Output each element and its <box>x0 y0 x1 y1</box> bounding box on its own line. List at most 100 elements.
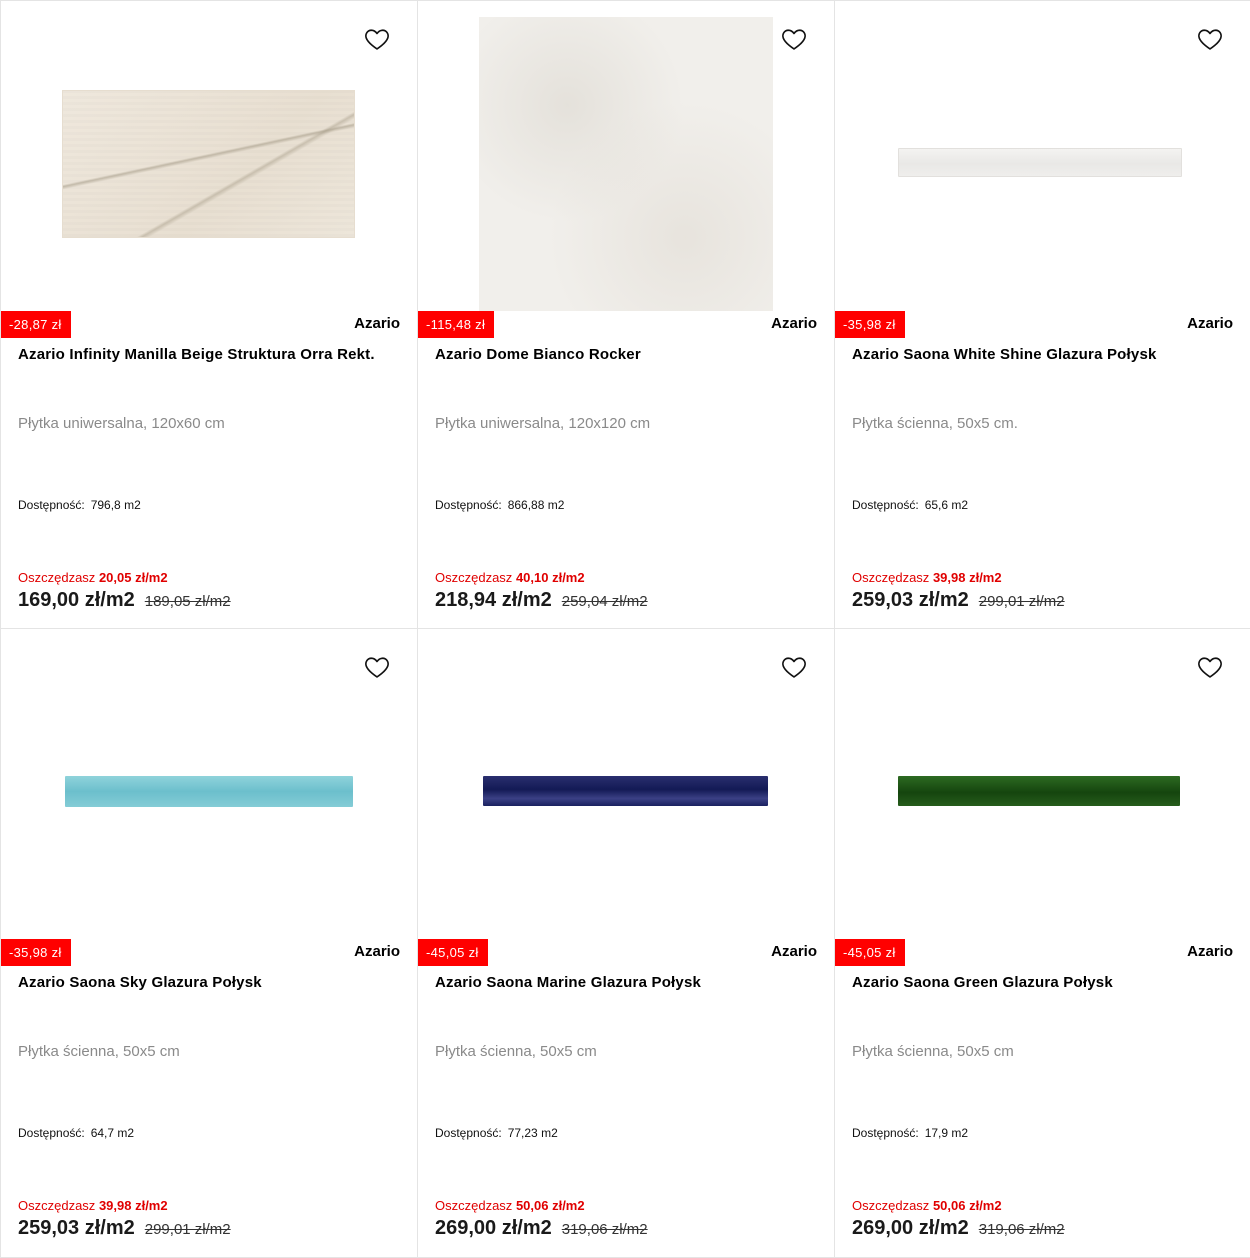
favorite-button[interactable] <box>780 25 808 53</box>
savings-label: Oszczędzasz <box>18 1198 96 1213</box>
product-card[interactable]: -35,98 zł Azario Azario Saona White Shine … <box>834 0 1250 629</box>
product-title[interactable]: Azario Dome Bianco Rocker <box>435 345 794 365</box>
product-title[interactable]: Azario Saona Marine Glazura Połysk <box>435 973 794 993</box>
current-price: 269,00 zł/m2 <box>435 1217 552 1239</box>
tile-image[interactable] <box>898 148 1182 177</box>
heart-icon <box>365 657 389 678</box>
heart-icon <box>1198 657 1222 678</box>
price-row: 269,00 zł/m2 319,06 zł/m2 <box>435 1215 648 1243</box>
brand-name: Azario <box>771 315 817 332</box>
discount-badge: -28,87 zł <box>1 311 71 338</box>
product-title[interactable]: Azario Saona Green Glazura Połysk <box>852 973 1210 993</box>
availability-value: 17,9 m2 <box>924 1126 969 1140</box>
savings-label: Oszczędzasz <box>435 1198 513 1213</box>
product-card[interactable]: -45,05 zł Azario Azario Saona Green Glazur… <box>834 628 1250 1258</box>
tile-image[interactable] <box>483 776 768 806</box>
brand-name: Azario <box>771 943 817 960</box>
product-card[interactable]: -115,48 zł Azario Azario Dome Bianco Rocke… <box>417 0 835 629</box>
savings-info: Oszczędzasz 50,06 zł/m2 <box>852 1197 1002 1215</box>
availability: Dostępność: 65,6 m2 <box>852 496 968 514</box>
price-row: 259,03 zł/m2 299,01 zł/m2 <box>852 587 1065 615</box>
discount-badge: -45,05 zł <box>418 939 488 966</box>
current-price: 269,00 zł/m2 <box>852 1217 969 1239</box>
product-card[interactable]: -45,05 zł Azario Azario Saona Marine Glazu… <box>417 628 835 1258</box>
product-card[interactable]: -35,98 zł Azario Azario Saona Sky Glazura … <box>0 628 418 1258</box>
savings-label: Oszczędzasz <box>18 570 96 585</box>
savings-amount: 39,98 zł/m2 <box>98 1198 168 1213</box>
savings-info: Oszczędzasz 20,05 zł/m2 <box>18 569 168 587</box>
savings-amount: 40,10 zł/m2 <box>515 570 585 585</box>
current-price: 259,03 zł/m2 <box>18 1217 135 1239</box>
tile-image[interactable] <box>65 776 353 807</box>
favorite-button[interactable] <box>1196 653 1224 681</box>
price-row: 169,00 zł/m2 189,05 zł/m2 <box>18 587 231 615</box>
product-grid: -28,87 zł Azario Azario Infinity Manilla B… <box>0 0 1250 1258</box>
discount-badge: -45,05 zł <box>835 939 905 966</box>
savings-amount: 50,06 zł/m2 <box>515 1198 585 1213</box>
product-subtitle: Płytka ścienna, 50x5 cm. <box>852 415 1018 432</box>
tile-image[interactable] <box>62 90 355 238</box>
brand-name: Azario <box>1187 943 1233 960</box>
current-price: 169,00 zł/m2 <box>18 589 135 611</box>
discount-badge: -115,48 zł <box>418 311 495 338</box>
savings-label: Oszczędzasz <box>435 570 513 585</box>
product-subtitle: Płytka uniwersalna, 120x120 cm <box>435 415 651 432</box>
savings-info: Oszczędzasz 39,98 zł/m2 <box>852 569 1002 587</box>
savings-amount: 20,05 zł/m2 <box>98 570 168 585</box>
discount-badge: -35,98 zł <box>1 939 71 966</box>
savings-info: Oszczędzasz 50,06 zł/m2 <box>435 1197 585 1215</box>
old-price: 299,01 zł/m2 <box>144 1221 231 1238</box>
availability-value: 866,88 m2 <box>507 498 565 512</box>
old-price: 319,06 zł/m2 <box>978 1221 1065 1238</box>
availability-label: Dostępność: <box>18 498 85 512</box>
availability-label: Dostępność: <box>852 1126 919 1140</box>
price-row: 259,03 zł/m2 299,01 zł/m2 <box>18 1215 231 1243</box>
product-card[interactable]: -28,87 zł Azario Azario Infinity Manilla B… <box>0 0 418 629</box>
heart-icon <box>1198 29 1222 50</box>
availability: Dostępność: 866,88 m2 <box>435 496 564 514</box>
heart-icon <box>365 29 389 50</box>
product-image[interactable] <box>835 629 1250 939</box>
brand-name: Azario <box>1187 315 1233 332</box>
current-price: 259,03 zł/m2 <box>852 589 969 611</box>
product-image[interactable] <box>835 1 1250 311</box>
savings-amount: 39,98 zł/m2 <box>932 570 1002 585</box>
product-image[interactable] <box>418 629 834 939</box>
availability: Dostępność: 77,23 m2 <box>435 1124 558 1142</box>
favorite-button[interactable] <box>363 25 391 53</box>
product-image[interactable] <box>1 629 417 939</box>
discount-badge: -35,98 zł <box>835 311 905 338</box>
old-price: 319,06 zł/m2 <box>561 1221 648 1238</box>
tile-image[interactable] <box>479 17 773 311</box>
availability-value: 796,8 m2 <box>90 498 141 512</box>
product-subtitle: Płytka ścienna, 50x5 cm <box>435 1043 597 1060</box>
savings-amount: 50,06 zł/m2 <box>932 1198 1002 1213</box>
brand-name: Azario <box>354 315 400 332</box>
product-image[interactable] <box>1 1 417 311</box>
savings-label: Oszczędzasz <box>852 1198 930 1213</box>
product-subtitle: Płytka ścienna, 50x5 cm <box>852 1043 1014 1060</box>
availability: Dostępność: 64,7 m2 <box>18 1124 134 1142</box>
savings-info: Oszczędzasz 39,98 zł/m2 <box>18 1197 168 1215</box>
price-row: 269,00 zł/m2 319,06 zł/m2 <box>852 1215 1065 1243</box>
favorite-button[interactable] <box>363 653 391 681</box>
product-subtitle: Płytka uniwersalna, 120x60 cm <box>18 415 225 432</box>
availability-label: Dostępność: <box>435 1126 502 1140</box>
product-title[interactable]: Azario Infinity Manilla Beige Struktura … <box>18 345 377 365</box>
product-image[interactable] <box>418 1 834 311</box>
favorite-button[interactable] <box>1196 25 1224 53</box>
current-price: 218,94 zł/m2 <box>435 589 552 611</box>
product-title[interactable]: Azario Saona Sky Glazura Połysk <box>18 973 377 993</box>
availability: Dostępność: 17,9 m2 <box>852 1124 968 1142</box>
old-price: 299,01 zł/m2 <box>978 593 1065 610</box>
tile-image[interactable] <box>898 776 1180 806</box>
savings-info: Oszczędzasz 40,10 zł/m2 <box>435 569 585 587</box>
availability-label: Dostępność: <box>852 498 919 512</box>
heart-icon <box>782 29 806 50</box>
availability-label: Dostępność: <box>435 498 502 512</box>
favorite-button[interactable] <box>780 653 808 681</box>
availability: Dostępność: 796,8 m2 <box>18 496 141 514</box>
product-title[interactable]: Azario Saona White Shine Glazura Połysk <box>852 345 1210 365</box>
availability-value: 77,23 m2 <box>507 1126 558 1140</box>
savings-label: Oszczędzasz <box>852 570 930 585</box>
